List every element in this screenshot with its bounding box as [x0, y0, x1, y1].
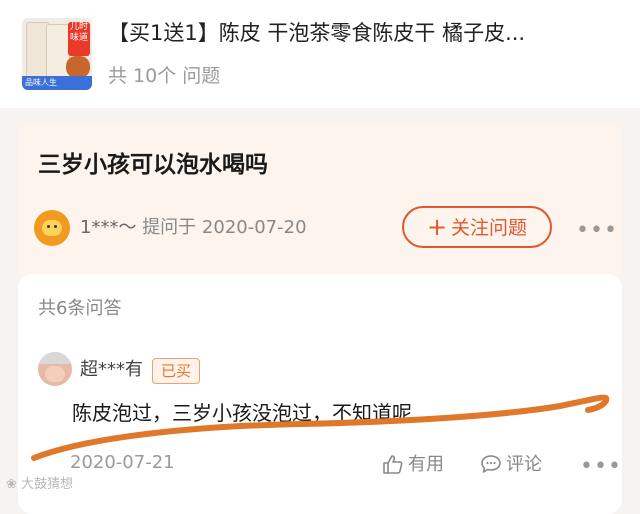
question-count: 共 10个 问题	[108, 65, 221, 87]
product-header[interactable]: 儿时味道 品味人生 【买1送1】陈皮 干泡茶零食陈皮干 橘子皮... 共 10个…	[0, 0, 640, 108]
answer-text: 陈皮泡过，三岁小孩没泡过，不知道呢	[72, 401, 412, 425]
question-meta: 1***～ 提问于 2020-07-20	[80, 215, 307, 241]
bought-badge: 已买	[152, 358, 201, 384]
plus-icon: +	[426, 213, 448, 241]
thumbnail-tag: 儿时味道	[68, 22, 90, 56]
answer-more-icon[interactable]: •••	[580, 454, 622, 479]
comment-label: 评论	[506, 454, 542, 475]
thumbnail-food	[66, 56, 90, 78]
follow-question-button[interactable]: + 关注问题	[402, 206, 552, 248]
answerer-avatar	[38, 352, 72, 386]
product-thumbnail[interactable]: 儿时味道 品味人生	[22, 18, 92, 90]
asked-date: 提问于 2020-07-20	[142, 217, 307, 238]
avatar-eye	[47, 225, 50, 228]
avatar-face	[42, 220, 62, 236]
thumbnail-band: 品味人生	[22, 76, 92, 90]
watermark-icon: ❀	[6, 477, 22, 492]
useful-button[interactable]: 有用	[382, 452, 444, 478]
answer-count: 共6条问答	[38, 298, 122, 319]
avatar-hat	[38, 352, 72, 364]
question-title: 三岁小孩可以泡水喝吗	[38, 152, 268, 178]
question-card: 三岁小孩可以泡水喝吗 1***～ 提问于 2020-07-20 + 关注问题 ••…	[18, 122, 622, 282]
useful-label: 有用	[408, 454, 444, 475]
thumbs-up-icon	[383, 455, 403, 474]
asker-name: 1***～	[80, 217, 137, 238]
product-title[interactable]: 【买1送1】陈皮 干泡茶零食陈皮干 橘子皮...	[108, 18, 618, 48]
answer-date: 2020-07-21	[70, 452, 175, 473]
avatar-eye	[54, 225, 57, 228]
answerer-name: 超***有	[80, 359, 143, 380]
asker-avatar	[34, 210, 70, 246]
comment-button[interactable]: 评论	[480, 452, 542, 478]
watermark-text: 大鼓猜想	[21, 477, 74, 492]
answers-card: 共6条问答 超***有 已买 陈皮泡过，三岁小孩没泡过，不知道呢 2020-07…	[18, 274, 622, 514]
watermark: ❀ 大鼓猜想	[6, 476, 73, 494]
follow-label: 关注问题	[451, 217, 528, 239]
comment-icon	[481, 455, 501, 473]
avatar-face	[45, 366, 65, 382]
question-more-icon[interactable]: •••	[576, 218, 618, 243]
